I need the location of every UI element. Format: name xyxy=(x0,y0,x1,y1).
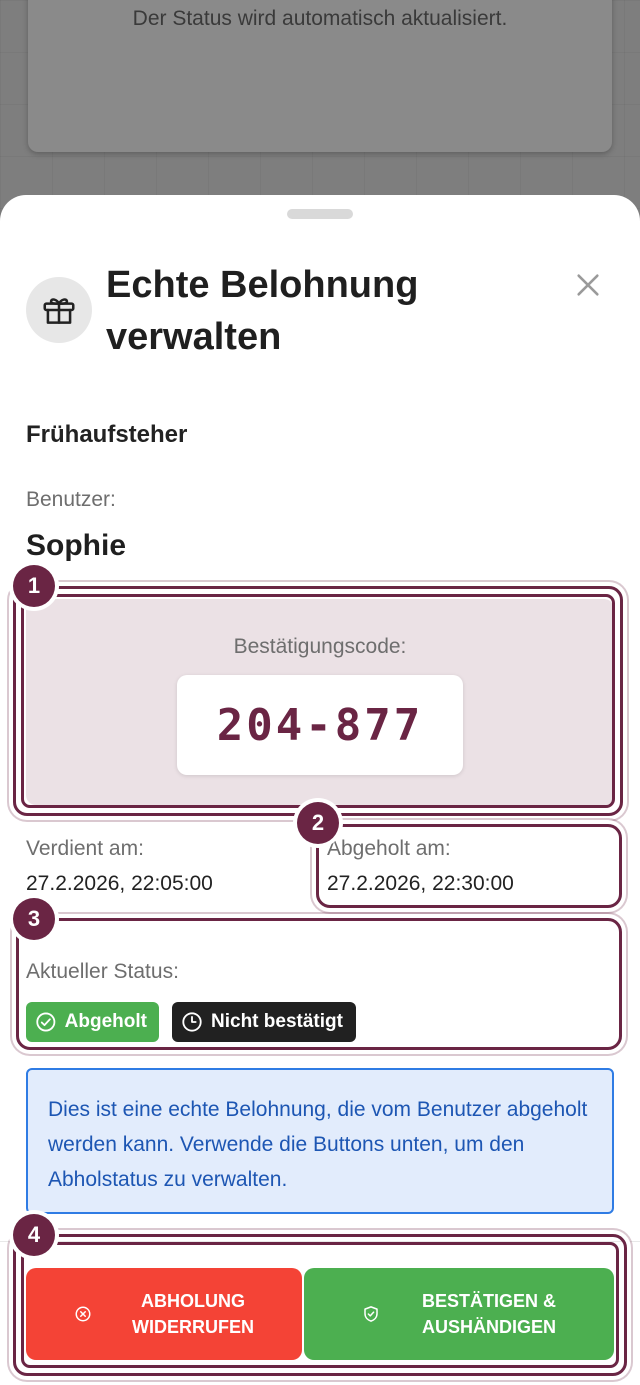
collected-date-value: 27.2.2026, 22:30:00 xyxy=(327,872,514,895)
revoke-pickup-button[interactable]: ABHOLUNG WIDERRUFEN xyxy=(26,1268,302,1360)
clock-icon xyxy=(182,1012,202,1032)
reward-bottom-sheet: Echte Belohnung verwalten Frühaufsteher … xyxy=(0,195,640,1385)
drag-handle[interactable] xyxy=(287,209,353,219)
footer-divider xyxy=(0,1241,640,1242)
annotation-badge-3: 3 xyxy=(13,898,55,940)
cancel-circle-icon xyxy=(75,1306,91,1322)
confirmation-code-label: Bestätigungscode: xyxy=(233,635,407,658)
user-label: Benutzer: xyxy=(26,488,116,511)
gift-icon xyxy=(26,277,92,343)
background-card: Bestätige und übergib die physische Belo… xyxy=(28,0,612,152)
background-card-text: Bestätige und übergib die physische Belo… xyxy=(132,7,508,30)
collected-date-label: Abgeholt am: xyxy=(327,837,451,860)
annotation-badge-1: 1 xyxy=(13,565,55,607)
confirm-handover-label: BESTÄTIGEN & AUSHÄNDIGEN xyxy=(421,1291,556,1337)
confirmation-code-panel: Bestätigungscode: 204-877 xyxy=(26,599,614,805)
confirmation-code-value: 204-877 xyxy=(216,699,424,751)
status-chip-not-confirmed-label: Nicht bestätigt xyxy=(211,1011,343,1032)
revoke-pickup-label: ABHOLUNG WIDERRUFEN xyxy=(132,1291,254,1337)
close-icon xyxy=(577,274,599,296)
status-label: Aktueller Status: xyxy=(26,960,179,983)
user-name: Sophie xyxy=(26,529,127,562)
annotation-badge-4: 4 xyxy=(13,1214,55,1256)
info-alert: Dies ist eine echte Belohnung, die vom B… xyxy=(26,1068,614,1214)
status-chip-collected: Abgeholt xyxy=(26,1002,159,1042)
shield-check-icon xyxy=(364,1306,378,1322)
sheet-title: Echte Belohnung verwalten xyxy=(106,264,419,358)
confirm-handover-button[interactable]: BESTÄTIGEN & AUSHÄNDIGEN xyxy=(304,1268,614,1360)
confirmation-code-box: 204-877 xyxy=(177,675,463,775)
check-circle-icon xyxy=(36,1012,56,1032)
status-chip-collected-label: Abgeholt xyxy=(64,1011,147,1032)
earned-date-label: Verdient am: xyxy=(26,837,144,860)
earned-date-value: 27.2.2026, 22:05:00 xyxy=(26,872,213,895)
annotation-badge-2: 2 xyxy=(297,802,339,844)
reward-name: Frühaufsteher xyxy=(26,421,188,448)
status-chip-not-confirmed: Nicht bestätigt xyxy=(172,1002,356,1042)
info-alert-text: Dies ist eine echte Belohnung, die vom B… xyxy=(48,1098,588,1191)
close-button[interactable] xyxy=(570,267,606,303)
